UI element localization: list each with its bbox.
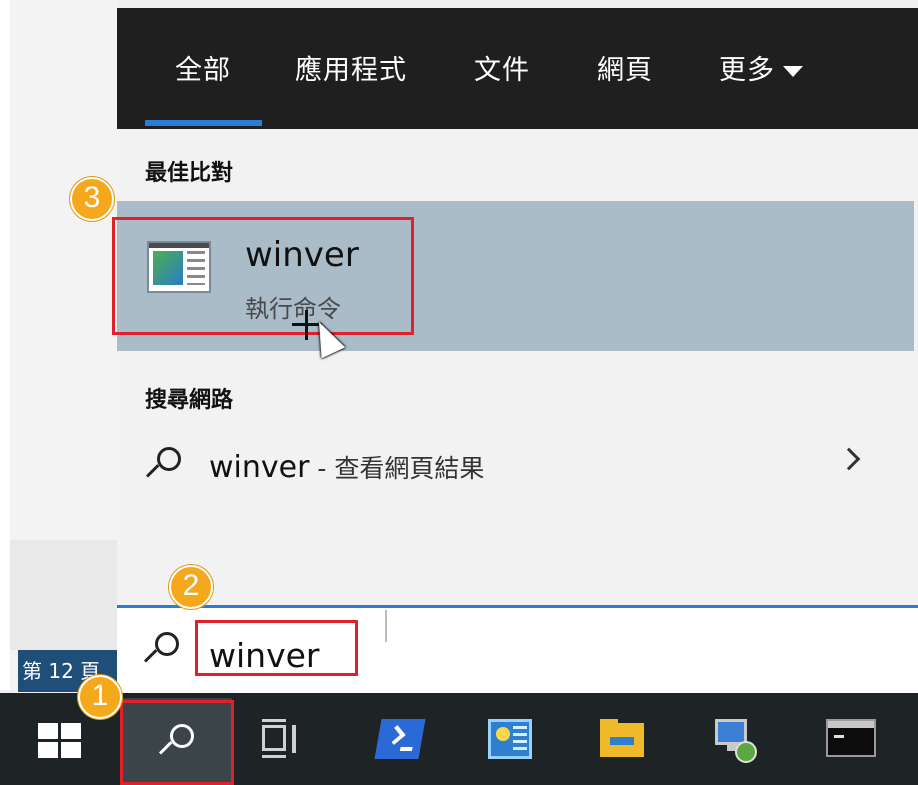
step-marker-2: 2 <box>169 565 213 609</box>
caret-down-icon <box>783 66 803 77</box>
tab-web[interactable]: 網頁 <box>597 48 653 87</box>
file-explorer-icon[interactable] <box>600 719 644 759</box>
search-button-highlight <box>120 700 234 785</box>
search-tabs: 全部 應用程式 文件 網頁 更多 <box>117 8 918 129</box>
network-computer-icon[interactable] <box>715 719 759 763</box>
tab-more-label: 更多 <box>719 55 775 86</box>
search-icon <box>143 630 183 670</box>
tab-apps[interactable]: 應用程式 <box>295 48 407 87</box>
step-marker-1: 1 <box>78 675 122 719</box>
background-document <box>0 0 117 690</box>
command-prompt-icon[interactable] <box>826 719 876 757</box>
document-area <box>10 540 117 650</box>
web-query: winver <box>209 450 310 485</box>
control-panel-icon[interactable] <box>488 719 532 759</box>
best-match-highlight <box>112 217 414 335</box>
search-panel: 全部 應用程式 文件 網頁 更多 最佳比對 winver 執行命令 搜尋網路 w… <box>117 8 918 695</box>
tab-documents[interactable]: 文件 <box>474 48 530 87</box>
chevron-right-icon[interactable] <box>837 447 861 471</box>
powershell-icon[interactable] <box>374 719 426 759</box>
tab-more[interactable]: 更多 <box>719 48 803 87</box>
web-results-hint: - 查看網頁結果 <box>309 454 485 483</box>
best-match-heading: 最佳比對 <box>145 161 234 186</box>
web-search-result[interactable]: winver - 查看網頁結果 <box>117 433 914 503</box>
web-search-heading: 搜尋網路 <box>145 388 234 413</box>
text-cursor-icon <box>385 610 387 642</box>
active-tab-indicator <box>145 120 262 126</box>
windows-start-icon[interactable] <box>38 723 82 759</box>
search-icon <box>145 445 185 485</box>
document-margin <box>0 0 10 690</box>
step-marker-3: 3 <box>70 177 114 221</box>
search-input-highlight <box>195 620 358 676</box>
task-view-icon[interactable] <box>262 719 306 759</box>
tab-all[interactable]: 全部 <box>175 48 231 87</box>
